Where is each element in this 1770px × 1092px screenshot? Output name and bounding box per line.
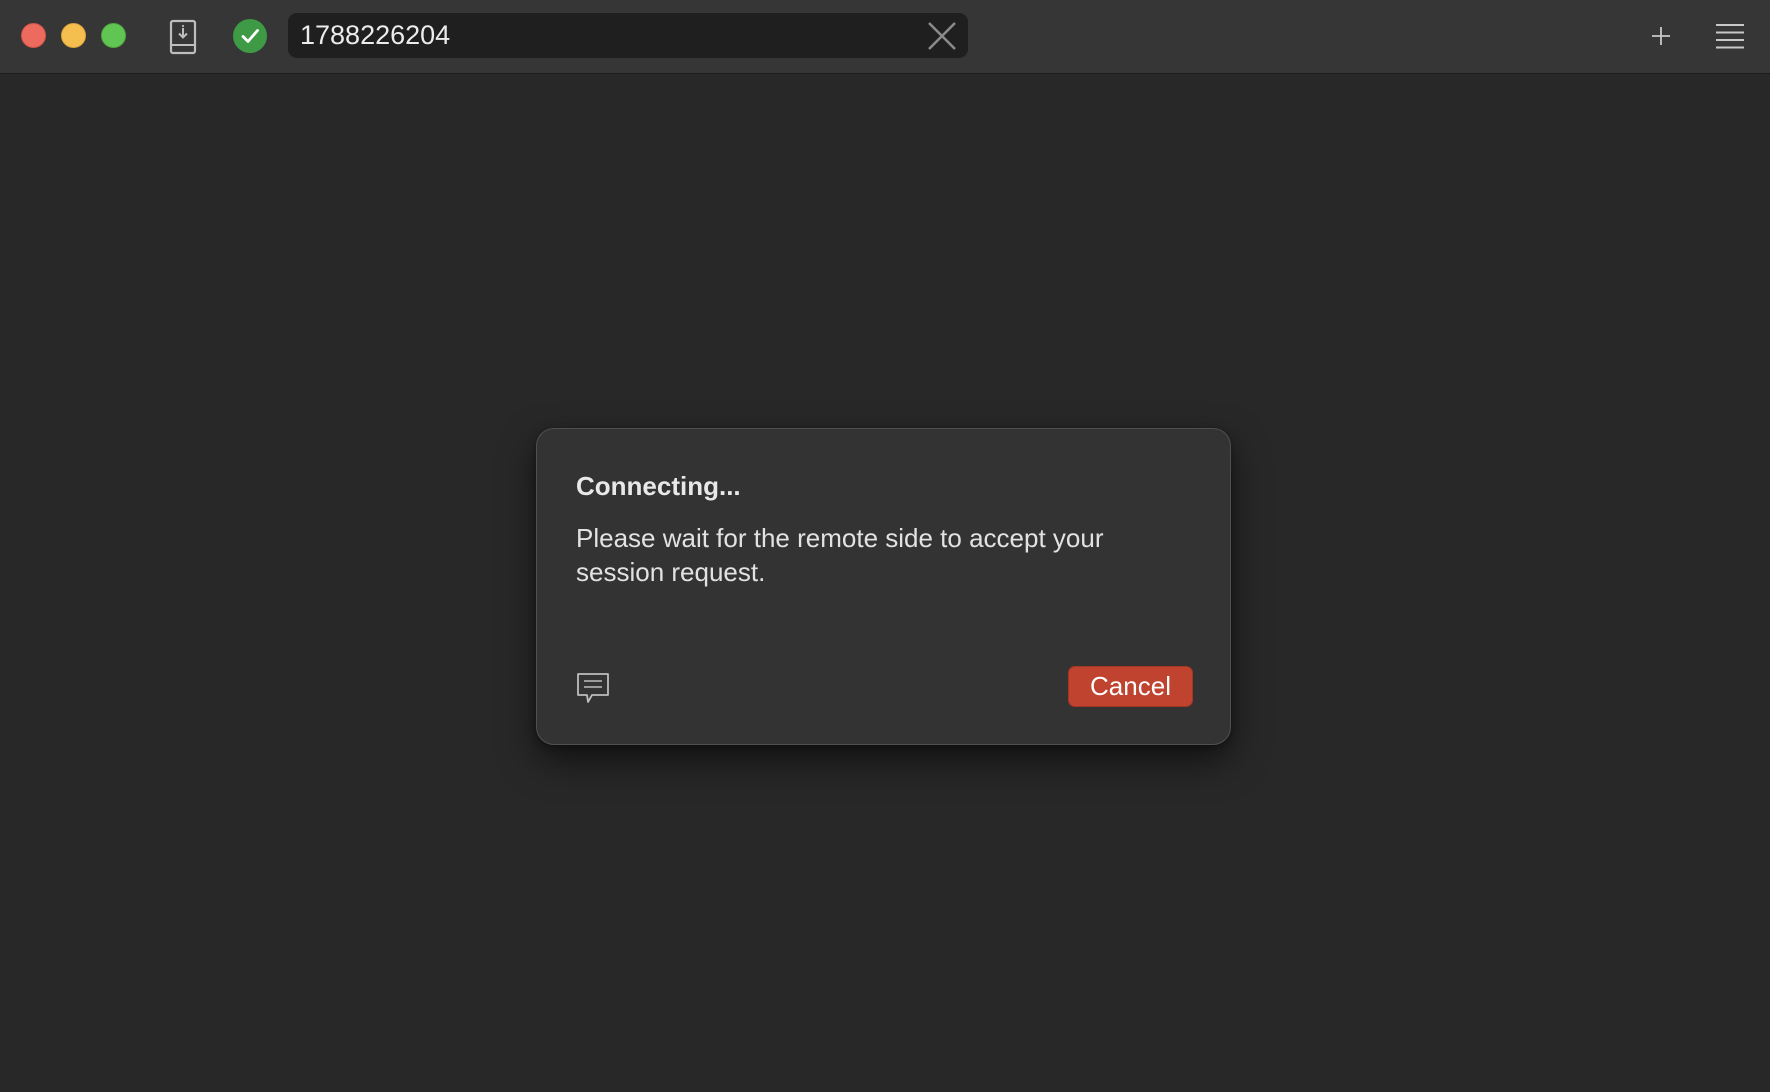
window-maximize-button[interactable]: [101, 23, 126, 48]
chat-icon[interactable]: [575, 671, 611, 705]
partner-id-input[interactable]: [288, 13, 908, 58]
partner-id-field: [288, 13, 968, 58]
window-minimize-button[interactable]: [61, 23, 86, 48]
connecting-dialog: Connecting... Please wait for the remote…: [536, 428, 1231, 745]
clear-icon[interactable]: [926, 20, 958, 52]
plus-icon[interactable]: [1646, 18, 1676, 54]
dialog-message: Please wait for the remote side to accep…: [576, 523, 1104, 587]
window-close-button[interactable]: [21, 23, 46, 48]
hamburger-menu-icon[interactable]: [1714, 18, 1746, 54]
address-book-icon[interactable]: [166, 18, 200, 56]
toolbar: [0, 0, 1770, 74]
app-window: Connecting... Please wait for the remote…: [0, 0, 1770, 1092]
connected-check-icon: [233, 19, 267, 53]
cancel-button[interactable]: Cancel: [1068, 666, 1193, 707]
dialog-title: Connecting...: [576, 471, 741, 501]
